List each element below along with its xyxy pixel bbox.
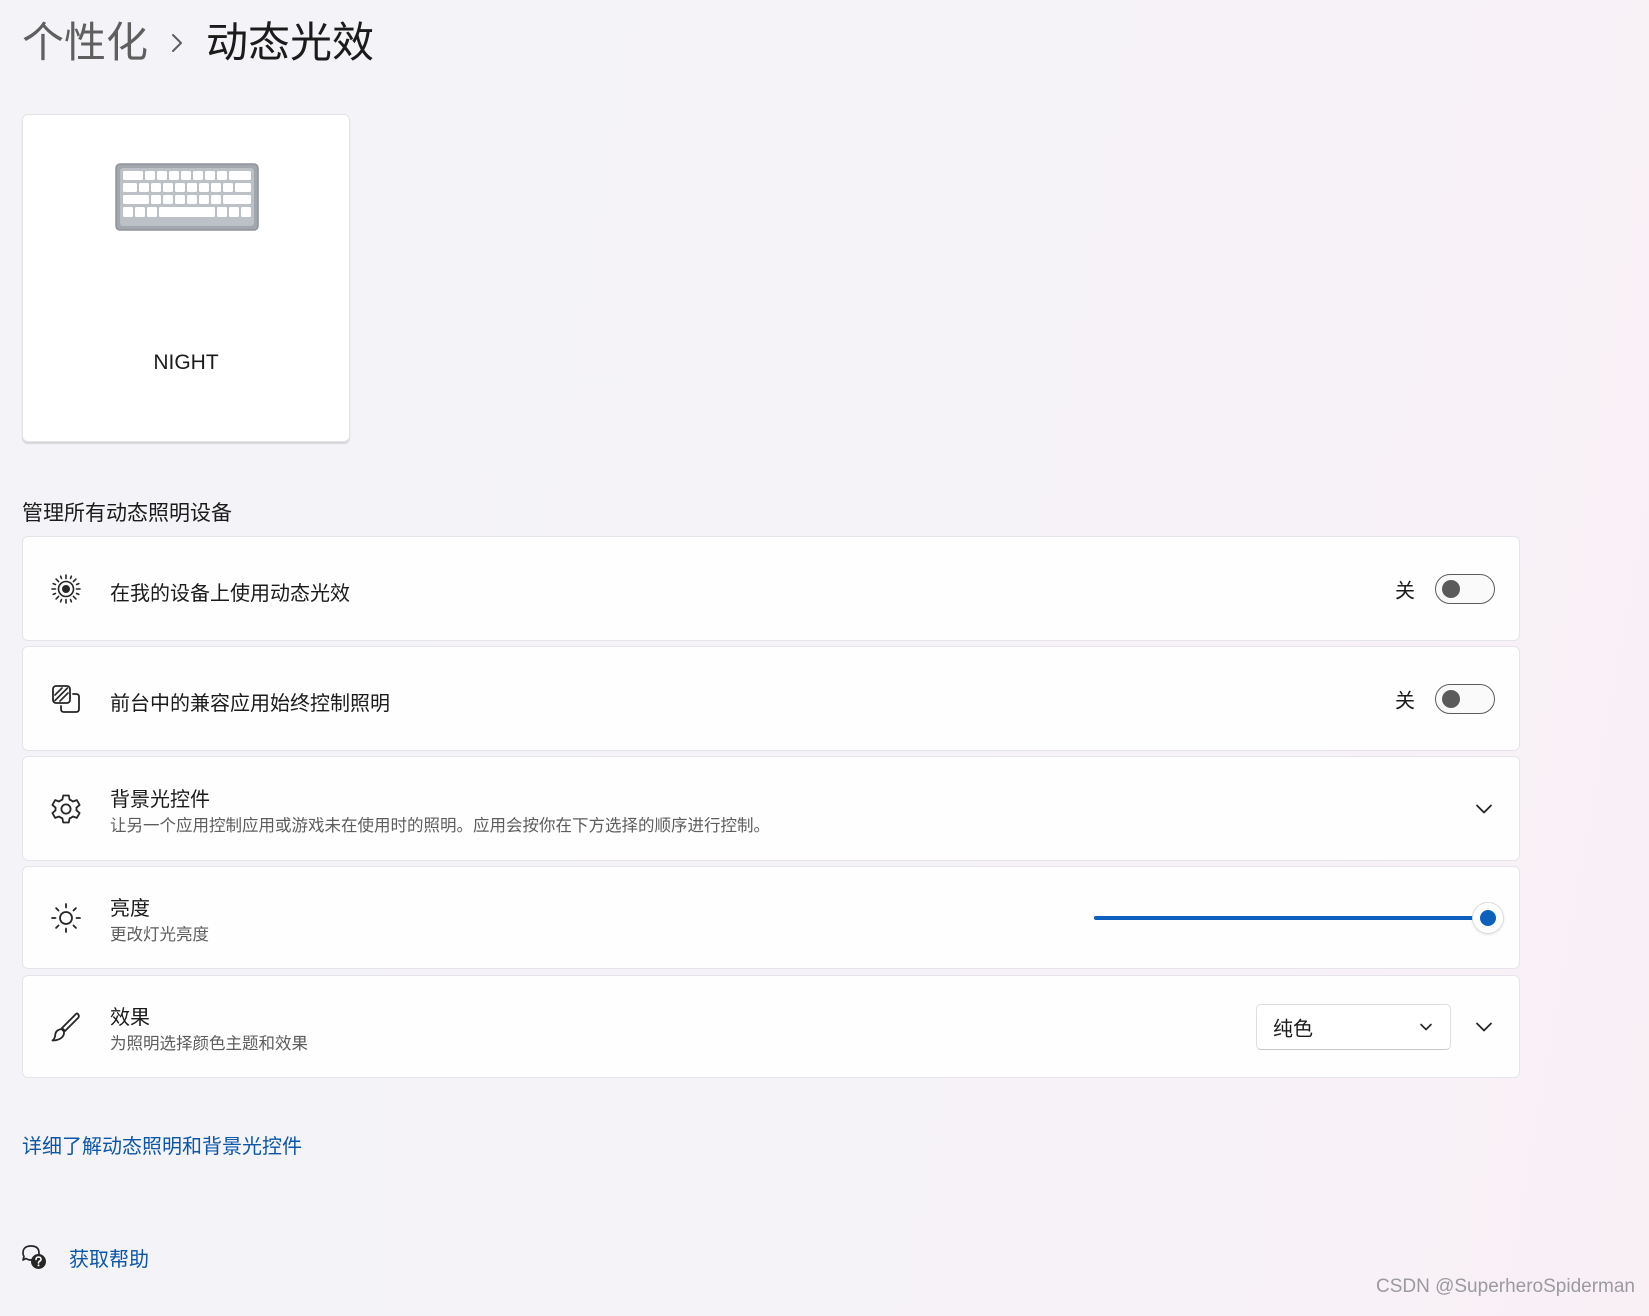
setting-description: 更改灯光亮度 [110,925,209,944]
slider-fill [1094,915,1488,920]
setting-title: 亮度 [110,896,150,920]
sun-icon [49,901,83,935]
page-title: 动态光效 [206,18,375,67]
setting-use-dynamic-lighting: 在我的设备上使用动态光效 关 [22,536,1520,641]
get-help-link[interactable]: 获取帮助 [69,1243,149,1272]
gear-icon [49,792,83,826]
slider-thumb-dot [1480,909,1496,926]
setting-title: 前台中的兼容应用始终控制照明 [110,691,390,715]
keyboard-icon [115,163,259,235]
chevron-down-icon[interactable] [1473,1016,1495,1038]
use-dynamic-lighting-toggle[interactable] [1435,573,1495,604]
device-card[interactable]: NIGHT [22,114,350,442]
brightness-slider[interactable] [1094,902,1503,933]
dropdown-value: 纯色 [1273,1016,1313,1040]
section-title: 管理所有动态照明设备 [22,501,232,525]
breadcrumb-parent-personalization[interactable]: 个性化 [22,22,148,64]
setting-title: 在我的设备上使用动态光效 [110,581,350,605]
setting-title: 效果 [110,1005,150,1029]
toggle-state-label: 关 [1395,578,1415,602]
setting-description: 为照明选择颜色主题和效果 [110,1034,308,1053]
setting-foreground-apps-control: 前台中的兼容应用始终控制照明 关 [22,646,1520,751]
foreground-apps-control-toggle[interactable] [1435,683,1495,714]
lighting-icon [49,572,83,606]
setting-title: 背景光控件 [110,787,210,811]
breadcrumb: 个性化 动态光效 [22,10,374,76]
chevron-down-icon [1418,1019,1434,1035]
toggle-knob [1442,689,1460,708]
help-chat-icon [20,1243,48,1271]
chevron-right-icon [148,32,206,54]
device-name: NIGHT [153,351,219,374]
effects-dropdown[interactable]: 纯色 [1256,1003,1451,1050]
toggle-knob [1442,579,1460,598]
toggle-state-label: 关 [1395,688,1415,712]
setting-background-light-controls[interactable]: 背景光控件 让另一个应用控制应用或游戏未在使用时的照明。应用会按你在下方选择的顺… [22,756,1520,861]
chevron-down-icon[interactable] [1473,798,1495,820]
watermark-text: CSDN @SuperheroSpiderman [1375,1276,1635,1297]
apps-control-icon [49,682,83,716]
slider-thumb[interactable] [1473,902,1503,933]
get-help-row[interactable]: 获取帮助 [20,1240,149,1274]
brush-icon [49,1010,83,1044]
setting-brightness: 亮度 更改灯光亮度 [22,866,1520,969]
learn-more-link[interactable]: 详细了解动态照明和背景光控件 [22,1130,302,1159]
setting-description: 让另一个应用控制应用或游戏未在使用时的照明。应用会按你在下方选择的顺序进行控制。 [110,816,770,835]
setting-effects[interactable]: 效果 为照明选择颜色主题和效果 纯色 [22,975,1520,1078]
